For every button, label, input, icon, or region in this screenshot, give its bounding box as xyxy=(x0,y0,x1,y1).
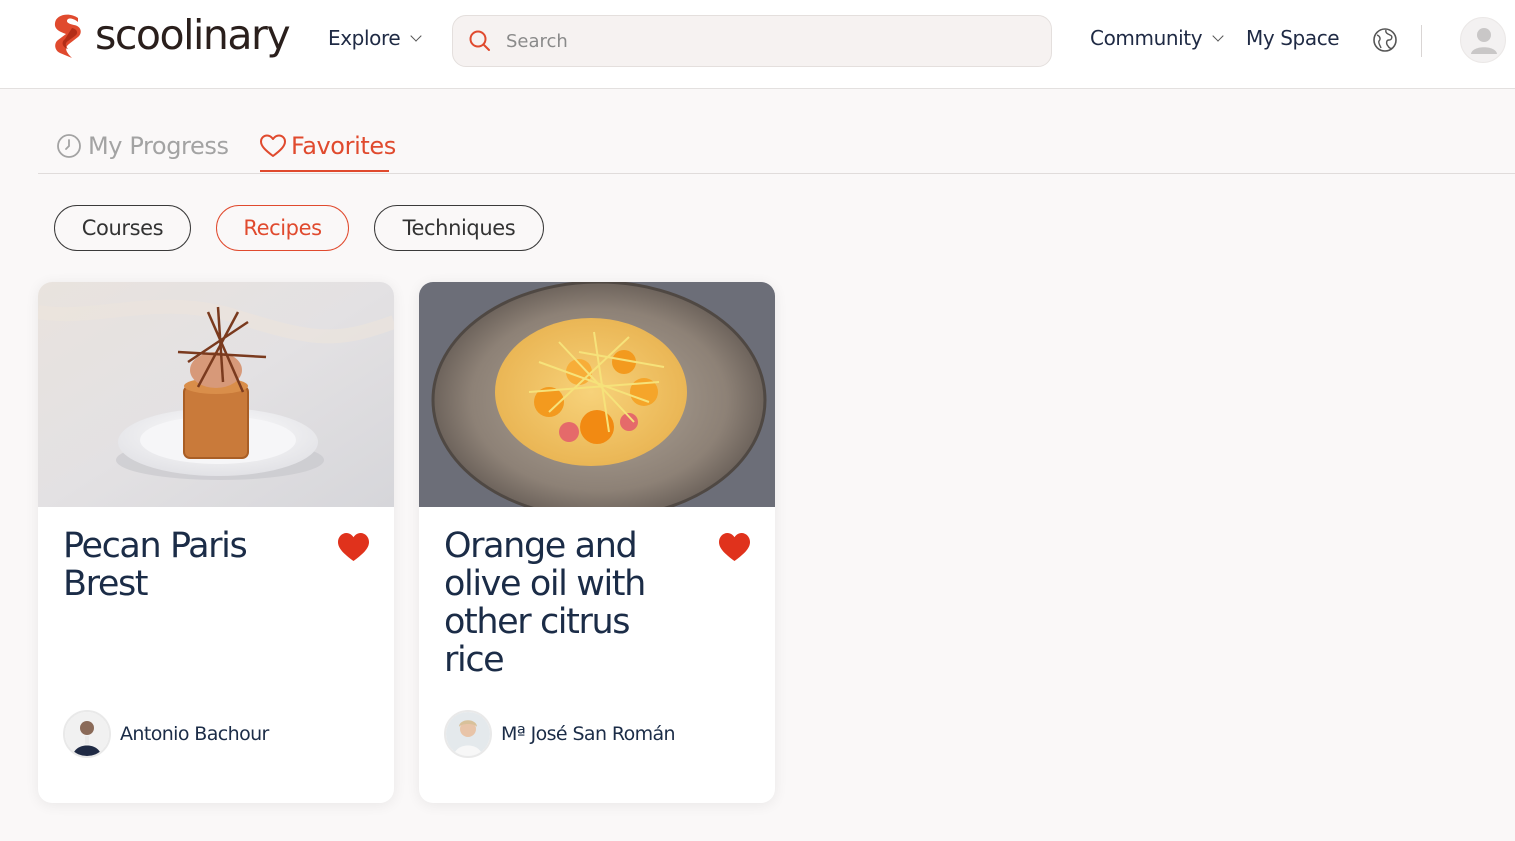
globe-icon[interactable] xyxy=(1372,27,1398,53)
active-tab-indicator xyxy=(260,170,389,172)
recipe-title[interactable]: Orange and olive oil with other citrus r… xyxy=(444,527,684,679)
nav-community[interactable]: Community xyxy=(1090,26,1224,50)
recipe-title[interactable]: Pecan Paris Brest xyxy=(63,527,303,603)
author-name: Antonio Bachour xyxy=(120,723,269,745)
my-space-tabs: My Progress Favorites xyxy=(38,118,1515,174)
recipe-image xyxy=(419,282,775,507)
brand-logo[interactable]: scoolinary xyxy=(48,11,291,59)
chevron-down-icon xyxy=(1212,29,1224,42)
nav-community-label: Community xyxy=(1090,26,1203,50)
brand-name: scoolinary xyxy=(95,11,291,59)
search-bar[interactable] xyxy=(452,15,1052,67)
tab-my-progress[interactable]: My Progress xyxy=(56,126,229,166)
nav-explore[interactable]: Explore xyxy=(328,26,422,50)
recipe-author[interactable]: Mª José San Román xyxy=(444,710,676,758)
author-avatar xyxy=(63,710,111,758)
user-avatar-icon xyxy=(1471,28,1497,54)
author-name: Mª José San Román xyxy=(501,723,676,745)
favorite-heart-icon[interactable] xyxy=(718,532,751,562)
favorite-heart-icon[interactable] xyxy=(337,532,370,562)
filter-techniques[interactable]: Techniques xyxy=(374,205,544,251)
tab-favorites[interactable]: Favorites xyxy=(259,126,396,166)
nav-explore-label: Explore xyxy=(328,26,401,50)
tab-my-progress-label: My Progress xyxy=(88,132,229,160)
logo-mark-icon xyxy=(54,14,81,58)
header-divider xyxy=(1421,25,1422,57)
recipe-image xyxy=(38,282,394,507)
clock-icon xyxy=(57,134,81,158)
filter-recipes[interactable]: Recipes xyxy=(216,205,349,251)
recipe-card[interactable]: Pecan Paris Brest Antonio Bachour xyxy=(38,282,394,803)
top-header: scoolinary Explore Community My Space xyxy=(0,0,1515,89)
search-input[interactable] xyxy=(506,30,1006,52)
chevron-down-icon xyxy=(410,29,422,42)
recipe-card[interactable]: Orange and olive oil with other citrus r… xyxy=(419,282,775,803)
nav-my-space[interactable]: My Space xyxy=(1246,26,1340,50)
user-avatar-button[interactable] xyxy=(1460,17,1506,63)
search-icon xyxy=(469,30,490,51)
author-avatar xyxy=(444,710,492,758)
filter-courses[interactable]: Courses xyxy=(54,205,191,251)
heart-outline-icon xyxy=(260,134,286,157)
recipe-author[interactable]: Antonio Bachour xyxy=(63,710,269,758)
tab-favorites-label: Favorites xyxy=(291,132,396,160)
